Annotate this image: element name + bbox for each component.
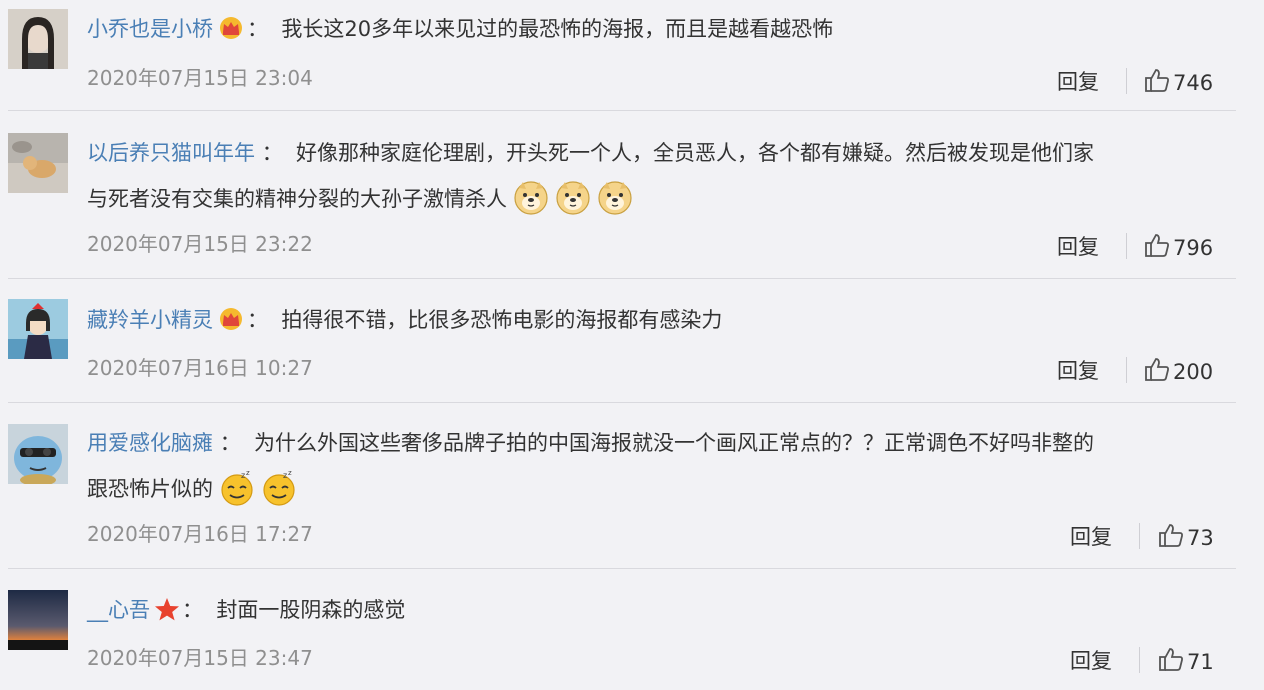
reply-button[interactable]: 回复 (1070, 521, 1112, 551)
avatar[interactable] (8, 590, 68, 650)
svg-text:z: z (288, 470, 292, 477)
reply-button[interactable]: 回复 (1057, 355, 1099, 385)
separator (1126, 68, 1127, 94)
timestamp: 2020年07月16日 17:27 (87, 522, 313, 546)
like-count: 200 (1173, 359, 1214, 384)
avatar[interactable] (8, 9, 68, 69)
separator (1139, 647, 1140, 673)
colon: ： (247, 308, 268, 332)
thumbs-up-icon (1143, 66, 1173, 99)
divider (8, 278, 1236, 279)
like-count: 746 (1173, 70, 1214, 95)
colon: ： (219, 431, 241, 455)
divider (8, 402, 1236, 403)
username-link[interactable]: 藏羚羊小精灵 (87, 308, 213, 332)
comment-text: 藏羚羊小精灵 ： 拍得很不错，比很多恐怖电影的海报都有感染力 (87, 305, 722, 339)
timestamp: 2020年07月15日 23:04 (87, 66, 313, 90)
comment-text: 小乔也是小桥 ： 我长这20多年以来见过的最恐怖的海报，而且是越看越恐怖 (87, 14, 833, 48)
crown-icon (217, 307, 245, 339)
like-count: 796 (1173, 235, 1214, 260)
username-link[interactable]: 用爱感化脑瘫 (87, 431, 213, 455)
colon: ： (261, 141, 283, 165)
comment-text-line-2: 跟恐怖片似的 z z z z (87, 469, 297, 514)
thumbs-up-icon (1143, 355, 1173, 388)
svg-text:z: z (283, 471, 287, 480)
sleepy-emoji: zz (261, 469, 297, 514)
like-button[interactable]: 200 (1143, 355, 1213, 388)
comment-content: 拍得很不错，比很多恐怖电影的海报都有感染力 (281, 308, 723, 332)
timestamp: 2020年07月15日 23:22 (87, 232, 313, 256)
svg-text:z: z (241, 471, 245, 480)
crown-icon (217, 16, 245, 48)
username-link[interactable]: 以后养只猫叫年年 (87, 141, 255, 165)
timestamp: 2020年07月16日 10:27 (87, 356, 313, 380)
like-count: 73 (1187, 525, 1214, 550)
username-link[interactable]: 小乔也是小桥 (87, 17, 213, 41)
sleepy-emoji: zz (219, 469, 255, 514)
thumbs-up-icon (1143, 231, 1173, 264)
avatar[interactable] (8, 424, 68, 484)
doge-emoji (597, 180, 633, 224)
thumbs-up-icon (1157, 521, 1187, 554)
divider (8, 110, 1236, 111)
comment-text: __心吾 ： 封面一股阴森的感觉 (87, 595, 405, 629)
like-button[interactable]: 796 (1143, 231, 1213, 264)
like-button[interactable]: 73 (1157, 521, 1214, 554)
doge-emoji (555, 180, 591, 224)
separator (1126, 357, 1127, 383)
star-icon (154, 597, 180, 629)
comment-content: 封面一股阴森的感觉 (216, 598, 406, 622)
comment-text: 以后养只猫叫年年 ： 好像那种家庭伦理剧，开头死一个人，全员恶人，各个都有嫌疑。… (87, 138, 1094, 168)
comment-content: 我长这20多年以来见过的最恐怖的海报，而且是越看越恐怖 (281, 17, 834, 41)
reply-button[interactable]: 回复 (1070, 645, 1112, 675)
comment-content: 跟恐怖片似的 (87, 477, 213, 501)
colon: ： (182, 598, 203, 622)
like-button[interactable]: 746 (1143, 66, 1213, 99)
comment-content: 好像那种家庭伦理剧，开头死一个人，全员恶人，各个都有嫌疑。然后被发现是他们家 (296, 141, 1095, 165)
timestamp: 2020年07月15日 23:47 (87, 646, 313, 670)
svg-text:z: z (246, 470, 250, 477)
comment-text-line-2: 与死者没有交集的精神分裂的大孙子激情杀人 (87, 180, 633, 224)
comment-text: 用爱感化脑瘫 ： 为什么外国这些奢侈品牌子拍的中国海报就没一个画风正常点的？？正… (87, 428, 1094, 458)
reply-button[interactable]: 回复 (1057, 231, 1099, 261)
doge-emoji (513, 180, 549, 224)
separator (1139, 523, 1140, 549)
separator (1126, 233, 1127, 259)
avatar[interactable] (8, 299, 68, 359)
comment-content: 为什么外国这些奢侈品牌子拍的中国海报就没一个画风正常点的？？正常调色不好吗非整的 (254, 431, 1095, 455)
like-count: 71 (1187, 649, 1214, 674)
colon: ： (247, 17, 268, 41)
divider (8, 568, 1236, 569)
avatar[interactable] (8, 133, 68, 193)
comment-content: 与死者没有交集的精神分裂的大孙子激情杀人 (87, 187, 507, 211)
thumbs-up-icon (1157, 645, 1187, 678)
reply-button[interactable]: 回复 (1057, 66, 1099, 96)
like-button[interactable]: 71 (1157, 645, 1214, 678)
username-link[interactable]: __心吾 (87, 598, 150, 622)
